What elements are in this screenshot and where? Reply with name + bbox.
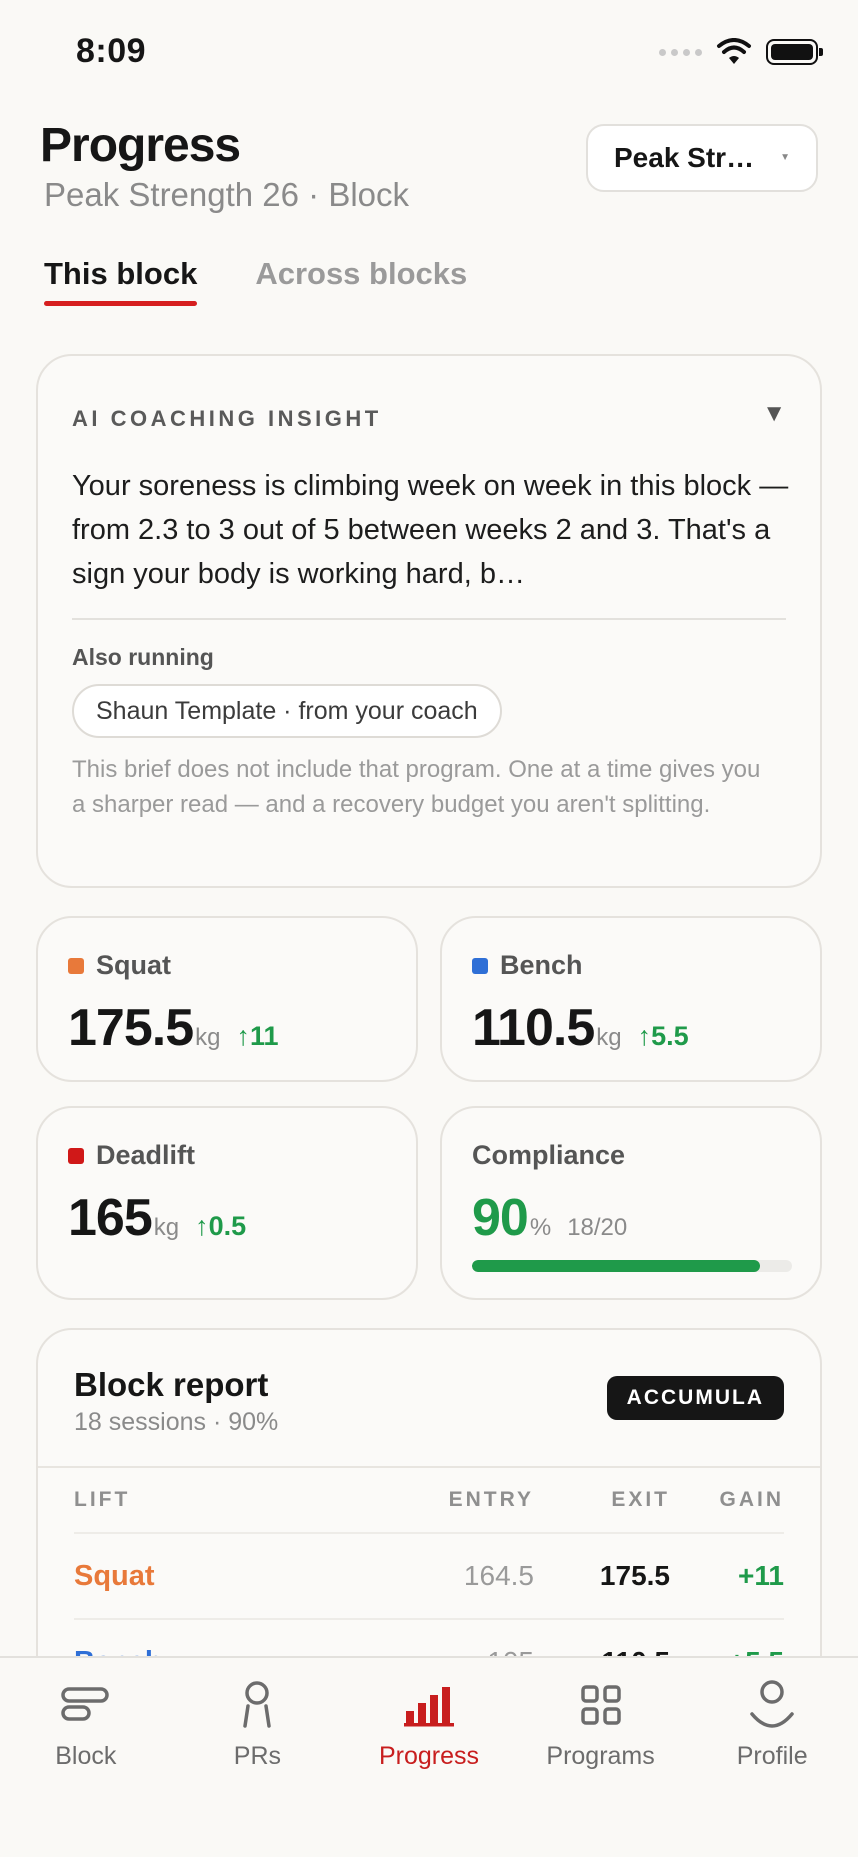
col-lift: LIFT: [74, 1488, 131, 1511]
nav-item-profile[interactable]: Profile: [686, 1658, 858, 1857]
ai-insight-card: AI COACHING INSIGHT ▼ Your soreness is c…: [36, 354, 822, 888]
cell-exit: 175.5: [599, 1560, 670, 1591]
col-gain: GAIN: [719, 1488, 784, 1511]
programs-grid-icon: [571, 1678, 631, 1732]
nav-label: Profile: [736, 1742, 808, 1770]
stat-value: 110.5: [472, 999, 595, 1057]
insight-note: This brief does not include that program…: [72, 756, 761, 818]
collapse-toggle-icon[interactable]: ▼: [762, 400, 786, 428]
stat-unit: kg: [596, 1024, 622, 1051]
status-icons: [659, 38, 823, 66]
tab-this-block[interactable]: This block: [44, 256, 198, 306]
stat-value: 175.5: [68, 999, 194, 1057]
page-title: Progress: [40, 119, 241, 172]
also-running-label: Also running: [72, 644, 214, 670]
col-exit: EXIT: [611, 1488, 670, 1511]
nav-item-prs[interactable]: PRs: [172, 1658, 344, 1857]
cell-lift: Squat: [74, 1559, 155, 1592]
nav-item-block[interactable]: Block: [0, 1658, 172, 1857]
profile-icon: [742, 1678, 802, 1732]
tab-across-blocks[interactable]: Across blocks: [255, 256, 467, 306]
nav-label: PRs: [233, 1742, 281, 1770]
bench-color-swatch: [472, 957, 488, 974]
block-icon: [56, 1678, 116, 1732]
stat-value: 165: [68, 1189, 153, 1247]
stat-card-squat[interactable]: Squat 175.5 kg ↑11: [36, 916, 418, 1082]
stat-unit: kg: [153, 1214, 180, 1241]
prs-icon: [227, 1678, 287, 1732]
col-entry: ENTRY: [448, 1488, 534, 1511]
progress-chart-icon: [399, 1678, 459, 1732]
divider: [72, 618, 786, 620]
nav-label: Programs: [546, 1742, 655, 1770]
stat-label: Squat: [96, 950, 172, 980]
chevron-down-icon: ▼: [780, 152, 790, 163]
wifi-icon: [717, 38, 751, 64]
stat-delta: ↑5.5: [637, 1021, 689, 1051]
program-select-value: Peak Str…: [614, 142, 755, 173]
stat-card-bench[interactable]: Bench 110.5 kg ↑5.5: [440, 916, 822, 1082]
phase-badge: ACCUMULA: [606, 1376, 784, 1420]
stat-delta: ↑11: [236, 1021, 279, 1051]
report-title: Block report: [74, 1366, 269, 1403]
stat-label: Bench: [500, 950, 583, 980]
deadlift-color-swatch: [68, 1147, 84, 1164]
stat-label: Compliance: [472, 1140, 626, 1170]
nav-label: Block: [55, 1742, 117, 1770]
cell-entry: 164.5: [463, 1560, 534, 1591]
status-time: 8:09: [76, 32, 147, 70]
status-bar: 8:09: [0, 0, 858, 100]
compliance-progress-bar: [472, 1260, 792, 1272]
stat-sessions: 18/20: [567, 1214, 628, 1241]
stat-card-compliance[interactable]: Compliance 90 % 18/20: [440, 1106, 822, 1300]
table-header: LIFT ENTRY EXIT GAIN: [74, 1468, 784, 1534]
bottom-tab-bar: Block PRs Progress Programs Profile: [0, 1656, 858, 1857]
tab-bar: This block Across blocks: [44, 256, 467, 306]
cellular-signal-icon: [659, 48, 702, 56]
insight-body: Your soreness is climbing week on week i…: [72, 470, 789, 590]
stat-delta: ↑0.5: [195, 1211, 247, 1241]
cell-gain: +11: [738, 1560, 784, 1591]
stat-value: 90: [472, 1189, 529, 1247]
compliance-progress-fill: [472, 1260, 760, 1272]
stat-label: Deadlift: [96, 1140, 196, 1170]
squat-color-swatch: [68, 957, 84, 974]
table-row[interactable]: Squat 164.5 175.5 +11: [74, 1534, 784, 1620]
stat-card-deadlift[interactable]: Deadlift 165 kg ↑0.5: [36, 1106, 418, 1300]
also-running-chip[interactable]: Shaun Template · from your coach: [72, 684, 502, 738]
nav-item-programs[interactable]: Programs: [515, 1658, 687, 1857]
nav-label: Progress: [378, 1742, 479, 1770]
insight-heading: AI COACHING INSIGHT: [72, 406, 382, 431]
nav-item-progress[interactable]: Progress: [343, 1658, 515, 1857]
report-subtitle: 18 sessions · 90%: [74, 1408, 279, 1436]
stat-unit: %: [529, 1214, 552, 1241]
program-select[interactable]: Peak Str… ▼: [586, 124, 818, 192]
battery-icon: [766, 39, 823, 65]
page-subtitle: Peak Strength 26 · Block: [44, 176, 410, 213]
stat-unit: kg: [195, 1024, 221, 1051]
